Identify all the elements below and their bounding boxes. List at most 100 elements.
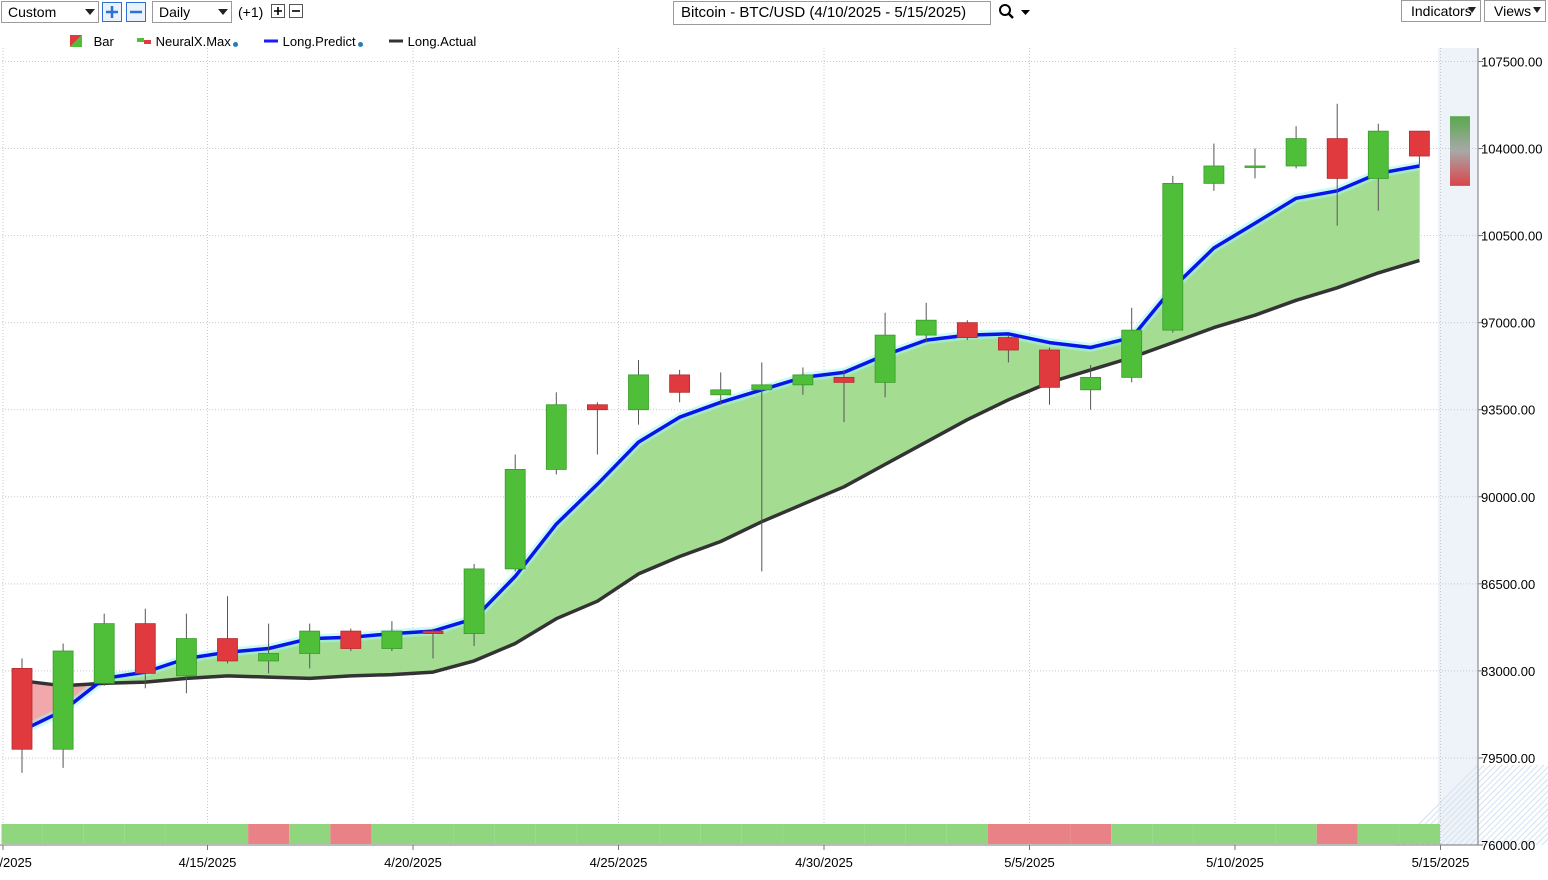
x-tick-label: 5/5/2025 <box>1004 855 1055 870</box>
neuralx-band-segment <box>1070 824 1112 844</box>
candle <box>217 596 238 664</box>
price-chart[interactable]: 107500.00 104000.00 100500.00 97000.00 93500… <box>0 0 1548 880</box>
neuralx-band-segment <box>1111 824 1153 844</box>
candle-body-up <box>175 638 197 677</box>
x-tick-label: 4/25/2025 <box>590 855 648 870</box>
fill-segment <box>761 376 804 523</box>
neuralx-band-segment <box>741 824 783 844</box>
candle-body-up <box>751 384 773 391</box>
neuralx-band-segment <box>659 824 701 844</box>
candle-body-down <box>833 376 855 383</box>
neuralx-band-segment <box>987 824 1029 844</box>
neuralx-band-segment <box>576 824 618 844</box>
neuralx-band-segment <box>494 824 536 844</box>
neuralx-swatch-icon <box>137 38 151 44</box>
candle-body-up <box>710 389 732 396</box>
legend-item-long-predict[interactable]: Long.Predict <box>263 34 363 49</box>
fill-segment <box>720 389 763 543</box>
candle-body-up <box>1203 165 1225 184</box>
legend-item-neuralx[interactable]: NeuralX.Max <box>136 34 238 49</box>
candle <box>504 454 526 572</box>
candle-body-up <box>545 404 567 470</box>
y-tick-label: 104000.00 <box>1481 142 1542 157</box>
candle <box>381 621 403 651</box>
line-swatch-icon <box>264 39 278 43</box>
candle <box>1162 175 1184 333</box>
candle <box>1244 148 1266 179</box>
x-tick-label: 5/15/2025 <box>1412 855 1470 870</box>
candle-body-down <box>134 623 156 674</box>
neuralx-band-segment <box>1193 824 1235 844</box>
candle-body-up <box>258 653 280 662</box>
candle <box>545 392 567 475</box>
candle-body-up <box>1285 138 1307 167</box>
candle <box>1285 126 1307 169</box>
neuralx-band-segment <box>42 824 84 844</box>
fill-segment <box>1378 165 1420 274</box>
neuralx-band-segment <box>1275 824 1317 844</box>
x-tick-label: 4/30/2025 <box>795 855 853 870</box>
candle-body-up <box>1244 165 1266 168</box>
last-bar-gauge-bar <box>1450 116 1470 186</box>
candle-body-down <box>11 668 33 750</box>
candle-body-up <box>1121 329 1143 378</box>
neuralx-band-segment <box>618 824 660 844</box>
neuralx-band-segment <box>1357 824 1399 844</box>
neuralx-band-segment <box>905 824 947 844</box>
y-tick-label: 86500.00 <box>1481 577 1535 592</box>
neuralx-band-segment <box>453 824 495 844</box>
candle-body-down <box>956 322 978 338</box>
candle-body-up <box>504 469 526 570</box>
neuralx-band-segment <box>83 824 125 844</box>
y-tick-label: 79500.00 <box>1481 751 1535 766</box>
candle-body-up <box>93 623 115 684</box>
fill-segment <box>1295 190 1338 301</box>
candle-body-up <box>792 374 814 386</box>
legend-label: Bar <box>93 34 114 49</box>
x-tick-label: 4/15/2025 <box>179 855 237 870</box>
legend-label: Long.Actual <box>407 34 477 49</box>
last-bar-gauge <box>1450 116 1470 186</box>
candle <box>175 613 197 694</box>
candle-body-up <box>1367 130 1389 179</box>
candle-body-down <box>998 337 1019 351</box>
x-tick-label: 4/10/2025 <box>0 855 32 870</box>
neuralx-band-segment <box>1152 824 1194 844</box>
candle <box>340 628 362 651</box>
neuralx-band-segment <box>412 824 454 844</box>
candle-body-down <box>1326 138 1348 179</box>
candle <box>1039 347 1060 405</box>
neuralx-band-segment <box>1029 824 1071 844</box>
line-swatch-icon <box>389 39 403 43</box>
y-tick-label: 93500.00 <box>1481 403 1535 418</box>
fill-segment <box>802 372 845 505</box>
neuralx-band-segment <box>1 824 43 844</box>
y-tick-label: 97000.00 <box>1481 316 1535 331</box>
candle-body-down <box>587 404 608 411</box>
x-tick-label: 4/20/2025 <box>384 855 442 870</box>
candle <box>93 613 115 686</box>
neuralx-band-segment <box>330 824 372 844</box>
neuralx-band-segment <box>1234 824 1276 844</box>
legend-item-long-actual[interactable]: Long.Actual <box>388 34 476 49</box>
y-tick-label: 76000.00 <box>1481 838 1535 853</box>
legend-item-bar[interactable]: Bar <box>70 34 114 49</box>
candle-body-down <box>217 638 238 662</box>
y-tick-label: 90000.00 <box>1481 490 1535 505</box>
candle-body-up <box>628 374 649 411</box>
candle-body-up <box>874 334 896 383</box>
candle <box>628 359 649 425</box>
candle <box>11 658 33 773</box>
legend-label: NeuralX.Max <box>155 34 231 49</box>
candle-body-up <box>299 630 321 654</box>
candle-body-down <box>669 374 690 393</box>
candle <box>1409 130 1430 166</box>
neuralx-band <box>1 824 1440 844</box>
shade-hatch <box>1541 838 1548 846</box>
candle <box>956 320 978 341</box>
neuralx-band-segment <box>823 824 865 844</box>
y-tick-label: 107500.00 <box>1481 55 1542 70</box>
fill-segment <box>679 401 722 557</box>
fill-segment <box>925 334 968 443</box>
dot-icon <box>357 42 363 47</box>
